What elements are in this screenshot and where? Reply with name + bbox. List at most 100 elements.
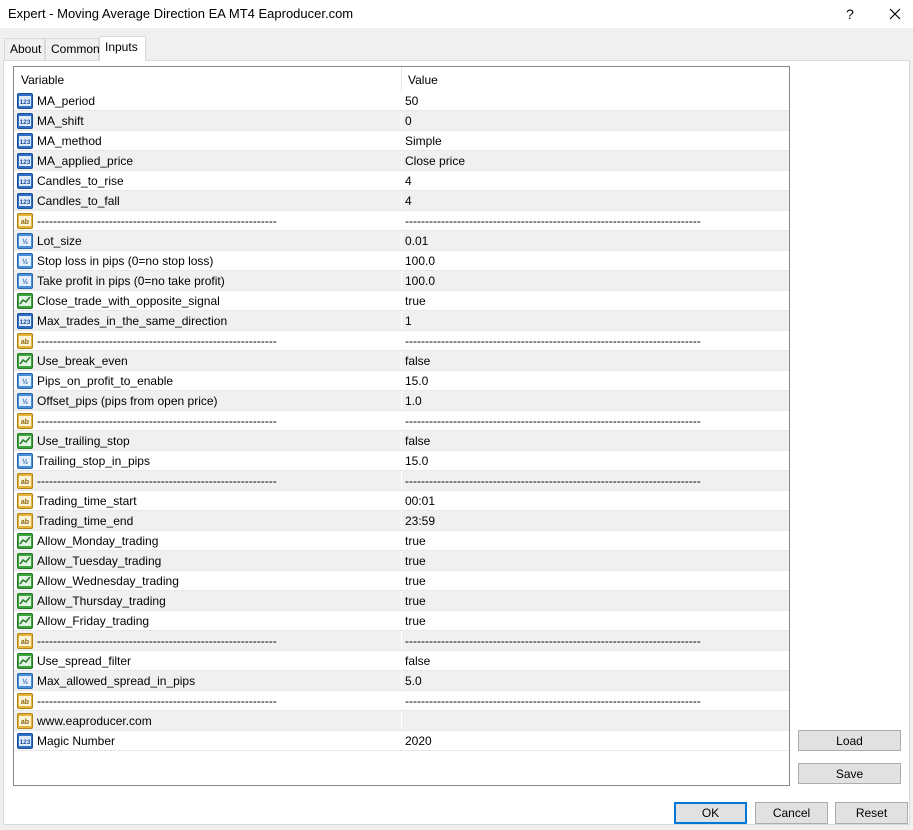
value-text: 0.01 bbox=[405, 234, 429, 248]
table-row[interactable]: ab --------------------------------------… bbox=[14, 691, 789, 711]
value-cell[interactable]: 00:01 bbox=[401, 491, 789, 511]
value-cell[interactable]: 4 bbox=[401, 191, 789, 211]
table-row[interactable]: 123 MA_applied_price Close price bbox=[14, 151, 789, 171]
value-cell[interactable]: true bbox=[401, 291, 789, 311]
table-row[interactable]: Allow_Friday_trading true bbox=[14, 611, 789, 631]
table-row[interactable]: Close_trade_with_opposite_signal true bbox=[14, 291, 789, 311]
load-button[interactable]: Load bbox=[798, 730, 901, 751]
string-icon: ab bbox=[17, 413, 33, 429]
tab-common[interactable]: Common bbox=[45, 38, 100, 60]
value-cell[interactable]: ----------------------------------------… bbox=[401, 331, 789, 351]
variable-cell: 123 Magic Number bbox=[14, 731, 401, 751]
value-cell[interactable]: ----------------------------------------… bbox=[401, 631, 789, 651]
double-icon: ½ bbox=[17, 233, 33, 249]
value-cell[interactable] bbox=[401, 711, 789, 731]
value-cell[interactable]: 1 bbox=[401, 311, 789, 331]
value-cell[interactable]: ----------------------------------------… bbox=[401, 471, 789, 491]
value-cell[interactable]: Close price bbox=[401, 151, 789, 171]
close-button[interactable] bbox=[881, 2, 909, 26]
value-cell[interactable]: 15.0 bbox=[401, 451, 789, 471]
table-row[interactable]: 123 Candles_to_rise 4 bbox=[14, 171, 789, 191]
value-cell[interactable]: false bbox=[401, 351, 789, 371]
table-row[interactable]: Use_spread_filter false bbox=[14, 651, 789, 671]
value-cell[interactable]: ----------------------------------------… bbox=[401, 211, 789, 231]
tab-inputs[interactable]: Inputs bbox=[99, 36, 146, 61]
value-cell[interactable]: ----------------------------------------… bbox=[401, 691, 789, 711]
svg-text:ab: ab bbox=[21, 419, 29, 426]
variable-cell: ab www.eaproducer.com bbox=[14, 711, 401, 731]
value-cell[interactable]: 15.0 bbox=[401, 371, 789, 391]
table-row[interactable]: 123 Magic Number 2020 bbox=[14, 731, 789, 751]
table-row[interactable]: Allow_Monday_trading true bbox=[14, 531, 789, 551]
variable-name: Max_allowed_spread_in_pips bbox=[37, 674, 196, 688]
table-row[interactable]: ab --------------------------------------… bbox=[14, 471, 789, 491]
save-button[interactable]: Save bbox=[798, 763, 901, 784]
svg-text:½: ½ bbox=[22, 238, 28, 246]
header-value[interactable]: Value bbox=[401, 67, 789, 91]
value-text: 15.0 bbox=[405, 374, 429, 388]
reset-button[interactable]: Reset bbox=[835, 802, 908, 824]
value-cell[interactable]: 50 bbox=[401, 91, 789, 111]
title-bar: Expert - Moving Average Direction EA MT4… bbox=[0, 0, 913, 28]
table-row[interactable]: ab --------------------------------------… bbox=[14, 411, 789, 431]
variable-name: ----------------------------------------… bbox=[37, 634, 277, 648]
value-cell[interactable]: 2020 bbox=[401, 731, 789, 751]
table-row[interactable]: ½ Lot_size 0.01 bbox=[14, 231, 789, 251]
value-cell[interactable]: Simple bbox=[401, 131, 789, 151]
table-row[interactable]: ½ Offset_pips (pips from open price) 1.0 bbox=[14, 391, 789, 411]
table-row[interactable]: ½ Trailing_stop_in_pips 15.0 bbox=[14, 451, 789, 471]
header-variable[interactable]: Variable bbox=[14, 67, 401, 91]
value-cell[interactable]: 5.0 bbox=[401, 671, 789, 691]
variable-name: Lot_size bbox=[37, 234, 82, 248]
table-row[interactable]: ½ Take profit in pips (0=no take profit) 1… bbox=[14, 271, 789, 291]
table-row[interactable]: 123 MA_shift 0 bbox=[14, 111, 789, 131]
table-row[interactable]: Allow_Tuesday_trading true bbox=[14, 551, 789, 571]
variable-name: Trailing_stop_in_pips bbox=[37, 454, 150, 468]
table-row[interactable]: ½ Stop loss in pips (0=no stop loss) 100.0 bbox=[14, 251, 789, 271]
variable-cell: Use_spread_filter bbox=[14, 651, 401, 671]
variable-name: Close_trade_with_opposite_signal bbox=[37, 294, 220, 308]
table-row[interactable]: ab Trading_time_start 00:01 bbox=[14, 491, 789, 511]
value-cell[interactable]: 4 bbox=[401, 171, 789, 191]
value-cell[interactable]: 0.01 bbox=[401, 231, 789, 251]
table-row[interactable]: ab Trading_time_end 23:59 bbox=[14, 511, 789, 531]
value-cell[interactable]: ----------------------------------------… bbox=[401, 411, 789, 431]
cancel-button[interactable]: Cancel bbox=[755, 802, 828, 824]
table-row[interactable]: ab --------------------------------------… bbox=[14, 631, 789, 651]
value-text: 5.0 bbox=[405, 674, 422, 688]
help-button[interactable]: ? bbox=[836, 2, 864, 26]
variable-cell: ½ Offset_pips (pips from open price) bbox=[14, 391, 401, 411]
table-row[interactable]: ab www.eaproducer.com bbox=[14, 711, 789, 731]
table-row[interactable]: 123 MA_period 50 bbox=[14, 91, 789, 111]
table-row[interactable]: 123 MA_method Simple bbox=[14, 131, 789, 151]
table-row[interactable]: ½ Max_allowed_spread_in_pips 5.0 bbox=[14, 671, 789, 691]
tab-about[interactable]: About bbox=[4, 38, 45, 60]
value-cell[interactable]: 100.0 bbox=[401, 251, 789, 271]
double-icon: ½ bbox=[17, 373, 33, 389]
table-row[interactable]: Use_trailing_stop false bbox=[14, 431, 789, 451]
table-row[interactable]: 123 Candles_to_fall 4 bbox=[14, 191, 789, 211]
value-cell[interactable]: false bbox=[401, 431, 789, 451]
value-cell[interactable]: true bbox=[401, 551, 789, 571]
table-row[interactable]: ½ Pips_on_profit_to_enable 15.0 bbox=[14, 371, 789, 391]
value-cell[interactable]: 23:59 bbox=[401, 511, 789, 531]
table-row[interactable]: 123 Max_trades_in_the_same_direction 1 bbox=[14, 311, 789, 331]
value-cell[interactable]: true bbox=[401, 571, 789, 591]
table-row[interactable]: Allow_Wednesday_trading true bbox=[14, 571, 789, 591]
value-cell[interactable]: true bbox=[401, 531, 789, 551]
value-text: 100.0 bbox=[405, 274, 436, 288]
value-cell[interactable]: false bbox=[401, 651, 789, 671]
value-cell[interactable]: true bbox=[401, 611, 789, 631]
value-cell[interactable]: 100.0 bbox=[401, 271, 789, 291]
table-row[interactable]: ab --------------------------------------… bbox=[14, 211, 789, 231]
table-row[interactable]: Use_break_even false bbox=[14, 351, 789, 371]
value-cell[interactable]: true bbox=[401, 591, 789, 611]
table-row[interactable]: Allow_Thursday_trading true bbox=[14, 591, 789, 611]
table-row[interactable]: ab --------------------------------------… bbox=[14, 331, 789, 351]
value-cell[interactable]: 1.0 bbox=[401, 391, 789, 411]
ok-button[interactable]: OK bbox=[674, 802, 747, 824]
value-cell[interactable]: 0 bbox=[401, 111, 789, 131]
variable-name: Allow_Tuesday_trading bbox=[37, 554, 162, 568]
variable-cell: ab Trading_time_end bbox=[14, 511, 401, 531]
value-text: false bbox=[405, 354, 431, 368]
